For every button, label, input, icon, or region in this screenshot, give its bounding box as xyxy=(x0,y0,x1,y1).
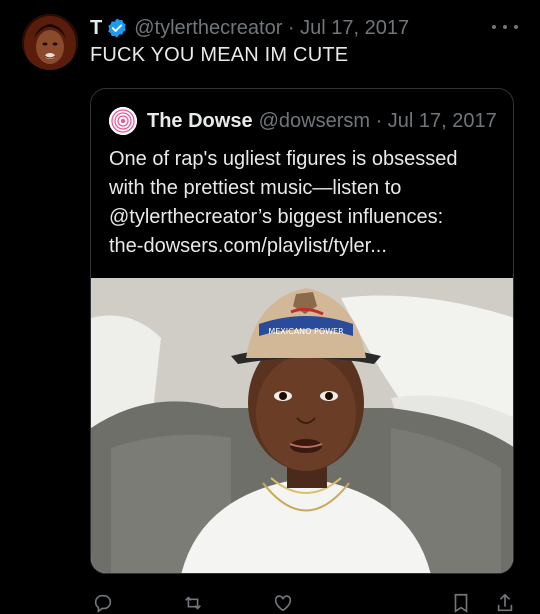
bookmark-icon xyxy=(454,593,468,613)
repost-button[interactable] xyxy=(182,592,204,614)
reply-icon xyxy=(94,594,112,613)
like-icon xyxy=(274,595,292,612)
action-bar xyxy=(0,584,540,614)
tweet: T @tylerthecreator · Jul 17, 2017 FUCK Y… xyxy=(0,0,540,613)
bookmark-button[interactable] xyxy=(450,592,472,614)
quoted-author-avatar[interactable] xyxy=(109,107,137,135)
quoted-avatar-logo-icon xyxy=(109,107,137,135)
author-avatar-image xyxy=(22,14,78,70)
quoted-tweet-header: The Dowse @dowsersm · Jul 17, 2017 xyxy=(109,107,497,135)
repost-icon xyxy=(185,596,201,610)
share-icon xyxy=(497,593,513,612)
quoted-text-line: @tylerthecreator’s biggest influences: xyxy=(109,206,444,228)
quoted-author-name[interactable]: The Dowse xyxy=(147,110,253,133)
more-dots-icon[interactable] xyxy=(492,20,518,34)
quoted-text-line: One of rap's ugliest figures is obsessed xyxy=(109,148,458,170)
tweet-text: FUCK YOU MEAN IM CUTE xyxy=(90,44,349,66)
quoted-text-line: with the prettiest music—listen to xyxy=(109,177,402,199)
quoted-text-link[interactable]: the-dowsers.com/playlist/tyler... xyxy=(109,232,499,261)
quoted-tweet-photo[interactable]: MEXICANO POWER xyxy=(91,278,513,573)
cap-text: MEXICANO POWER xyxy=(268,327,344,336)
reply-button[interactable] xyxy=(92,592,114,614)
photo-portrait: MEXICANO POWER xyxy=(91,278,513,573)
author-handle-and-date[interactable]: @tylerthecreator · Jul 17, 2017 xyxy=(134,17,409,40)
quoted-tweet[interactable]: The Dowse @dowsersm · Jul 17, 2017 One o… xyxy=(90,88,514,574)
author-display-name[interactable]: T xyxy=(90,17,102,40)
tweet-header: T @tylerthecreator · Jul 17, 2017 xyxy=(90,15,409,41)
share-button[interactable] xyxy=(494,592,516,614)
quoted-tweet-text: One of rap's ugliest figures is obsessed… xyxy=(109,145,499,261)
like-button[interactable] xyxy=(272,592,294,614)
author-avatar[interactable] xyxy=(22,14,78,70)
quoted-author-handle-and-date[interactable]: @dowsersm · Jul 17, 2017 xyxy=(259,110,497,133)
verified-badge-icon xyxy=(106,17,128,39)
